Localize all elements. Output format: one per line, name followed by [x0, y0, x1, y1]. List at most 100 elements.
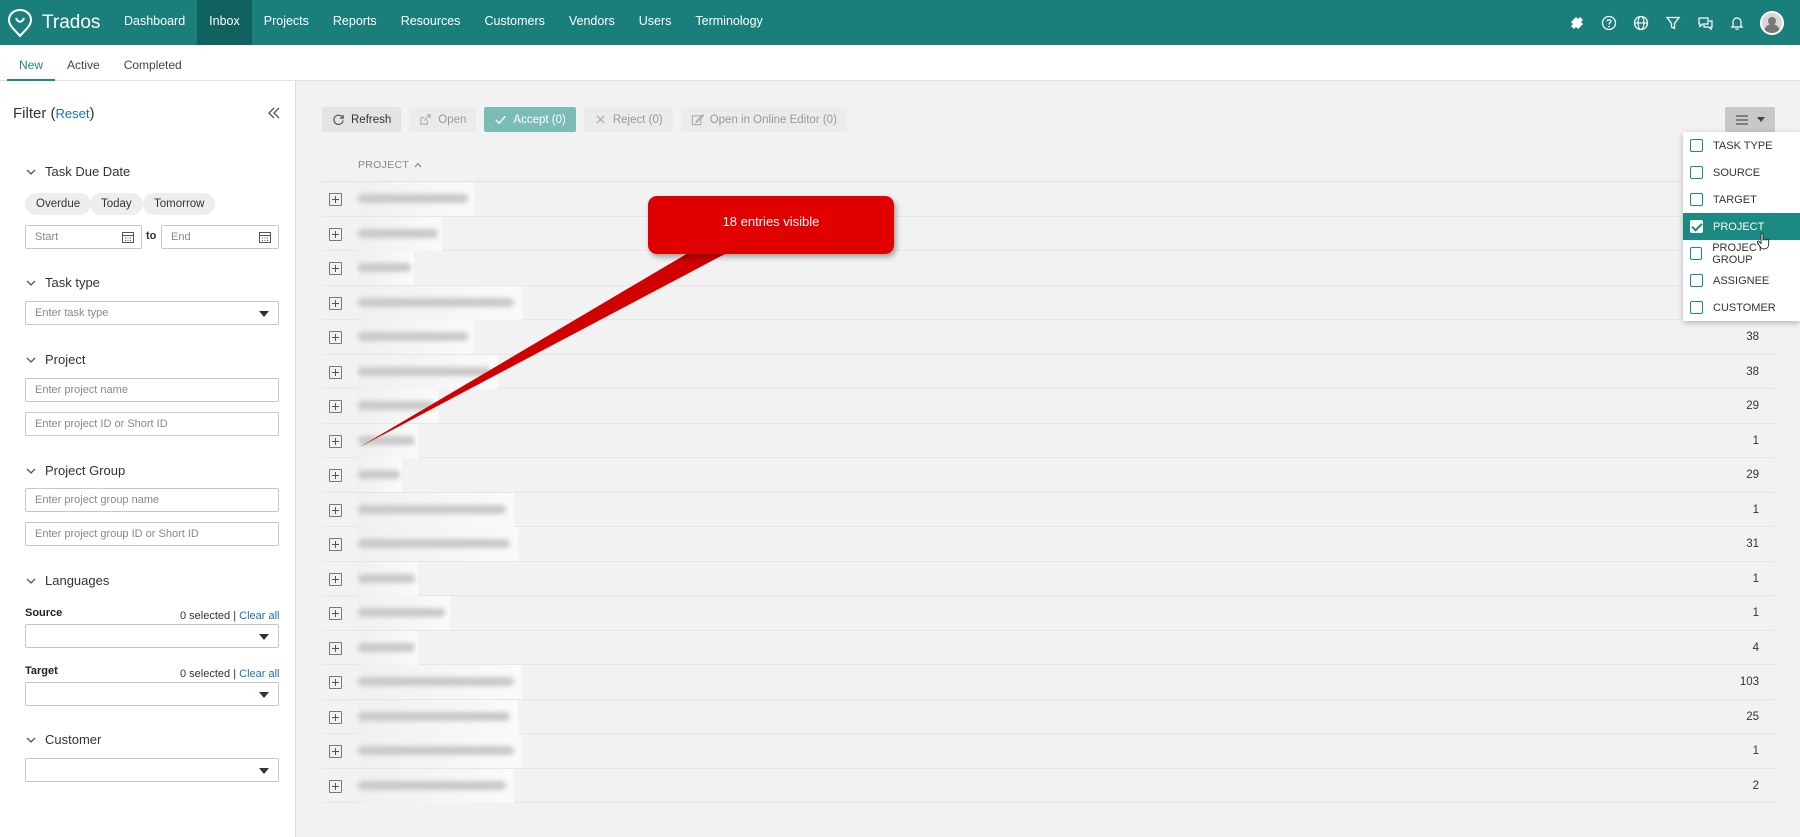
target-language-select[interactable]: [25, 682, 279, 706]
expand-row-icon[interactable]: [329, 434, 342, 448]
expand-row-icon[interactable]: [329, 365, 342, 379]
tab-new[interactable]: New: [7, 45, 56, 81]
expand-row-icon[interactable]: [329, 572, 342, 586]
column-option-assignee[interactable]: ASSIGNEE: [1683, 267, 1800, 294]
checkbox[interactable]: [1690, 220, 1703, 233]
section-task-type[interactable]: Task type: [25, 275, 100, 290]
nav-vendors[interactable]: Vendors: [557, 0, 627, 45]
nav-projects[interactable]: Projects: [252, 0, 321, 45]
table-row[interactable]: 103: [322, 665, 1775, 700]
table-row[interactable]: 1: [322, 492, 1775, 527]
expand-row-icon[interactable]: [329, 262, 342, 275]
task-type-select[interactable]: Enter task type: [25, 301, 279, 325]
nav-users[interactable]: Users: [627, 0, 684, 45]
column-option-task-type[interactable]: TASK TYPE: [1683, 132, 1800, 159]
tab-active[interactable]: Active: [55, 45, 112, 80]
expand-row-icon[interactable]: [329, 676, 342, 689]
expand-row-icon[interactable]: [329, 641, 342, 655]
project-name-input[interactable]: Enter project name: [25, 378, 279, 402]
source-language-select[interactable]: [25, 624, 279, 648]
checkbox[interactable]: [1690, 166, 1703, 179]
end-date-input[interactable]: End: [161, 225, 279, 249]
table-row[interactable]: 1: [322, 561, 1775, 596]
project-group-id-input[interactable]: Enter project group ID or Short ID: [25, 522, 279, 546]
section-project[interactable]: Project: [25, 352, 85, 367]
bell-icon[interactable]: [1728, 14, 1746, 32]
table-row[interactable]: 1: [322, 423, 1775, 458]
table-row[interactable]: [322, 216, 1775, 251]
checkbox[interactable]: [1690, 301, 1703, 314]
chip-tomorrow[interactable]: Tomorrow: [143, 193, 216, 215]
refresh-button[interactable]: Refresh: [322, 107, 402, 132]
tab-completed[interactable]: Completed: [112, 45, 194, 80]
table-row[interactable]: 29: [322, 458, 1775, 493]
project-id-input[interactable]: Enter project ID or Short ID: [25, 412, 279, 436]
checkbox[interactable]: [1690, 139, 1703, 152]
chip-overdue[interactable]: Overdue: [25, 193, 92, 215]
sort-asc-icon[interactable]: [414, 161, 422, 169]
start-date-input[interactable]: Start: [25, 225, 142, 249]
expand-row-icon[interactable]: [329, 193, 342, 206]
calendar-icon[interactable]: [258, 230, 272, 244]
calendar-icon[interactable]: [121, 230, 135, 244]
column-chooser-button[interactable]: [1725, 107, 1775, 132]
expand-row-icon[interactable]: [329, 538, 342, 551]
globe-icon[interactable]: [1632, 14, 1650, 32]
column-option-project[interactable]: PROJECT: [1683, 213, 1800, 240]
checkbox[interactable]: [1690, 193, 1703, 206]
table-row[interactable]: 2: [322, 768, 1775, 803]
nav-inbox[interactable]: Inbox: [197, 0, 252, 45]
open-online-editor-button[interactable]: Open in Online Editor (0): [680, 107, 847, 132]
expand-row-icon[interactable]: [329, 227, 342, 241]
trados-logo[interactable]: Trados: [0, 0, 112, 45]
table-row[interactable]: [322, 182, 1775, 217]
project-group-name-input[interactable]: Enter project group name: [25, 488, 279, 512]
target-clear-all-link[interactable]: Clear all: [239, 668, 279, 680]
nav-terminology[interactable]: Terminology: [683, 0, 774, 45]
help-icon[interactable]: [1600, 14, 1618, 32]
section-customer[interactable]: Customer: [25, 732, 101, 747]
expand-row-icon[interactable]: [329, 469, 342, 482]
accept-button[interactable]: Accept (0): [484, 107, 576, 132]
filter-icon[interactable]: [1664, 14, 1682, 32]
checkbox[interactable]: [1690, 274, 1703, 287]
user-avatar[interactable]: [1760, 10, 1784, 35]
expand-row-icon[interactable]: [329, 296, 342, 310]
table-row[interactable]: 1: [322, 596, 1775, 631]
puzzle-icon[interactable]: [1568, 14, 1586, 32]
expand-row-icon[interactable]: [329, 503, 342, 517]
filter-reset-link[interactable]: Reset: [56, 106, 90, 121]
table-row[interactable]: 38: [322, 354, 1775, 389]
expand-row-icon[interactable]: [329, 400, 342, 413]
project-column-header[interactable]: PROJECT: [358, 159, 409, 171]
chat-icon[interactable]: [1696, 14, 1714, 32]
column-option-target[interactable]: TARGET: [1683, 186, 1800, 213]
table-row[interactable]: 31: [322, 527, 1775, 562]
customer-select[interactable]: [25, 758, 279, 782]
table-row[interactable]: 4: [322, 630, 1775, 665]
table-row[interactable]: 38: [322, 320, 1775, 355]
reject-button[interactable]: Reject (0): [583, 107, 673, 132]
section-languages[interactable]: Languages: [25, 573, 109, 588]
collapse-panel-icon[interactable]: [267, 106, 281, 120]
column-option-source[interactable]: SOURCE: [1683, 159, 1800, 186]
expand-row-icon[interactable]: [329, 745, 342, 758]
table-row[interactable]: 1: [322, 734, 1775, 769]
table-row[interactable]: [322, 251, 1775, 286]
table-row[interactable]: 29: [322, 389, 1775, 424]
source-clear-all-link[interactable]: Clear all: [239, 610, 279, 622]
column-option-customer[interactable]: CUSTOMER: [1683, 294, 1800, 321]
nav-customers[interactable]: Customers: [472, 0, 556, 45]
nav-reports[interactable]: Reports: [321, 0, 389, 45]
expand-row-icon[interactable]: [329, 607, 342, 620]
checkbox[interactable]: [1690, 247, 1703, 260]
section-task-due-date[interactable]: Task Due Date: [25, 164, 130, 179]
chip-today[interactable]: Today: [90, 193, 143, 215]
table-row[interactable]: 25: [322, 699, 1775, 734]
expand-row-icon[interactable]: [329, 710, 342, 724]
nav-resources[interactable]: Resources: [389, 0, 473, 45]
nav-dashboard[interactable]: Dashboard: [112, 0, 197, 45]
open-button[interactable]: Open: [409, 107, 477, 132]
table-row[interactable]: [322, 285, 1775, 320]
column-option-project-group[interactable]: PROJECT GROUP: [1683, 240, 1800, 267]
